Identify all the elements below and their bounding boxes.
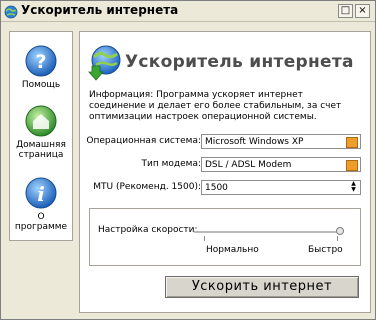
os-label: Операционная система: (86, 136, 201, 146)
speed-max-label: Быстро (308, 245, 343, 255)
sidebar-item-help[interactable]: ? Помощь (10, 44, 72, 90)
speed-slider[interactable] (194, 227, 344, 235)
page-title: Ускоритель интернета (125, 52, 354, 72)
window-title: Ускоритель интернета (21, 3, 179, 17)
slider-tick (337, 236, 338, 241)
mtu-spinner[interactable]: 1500 ▲ ▼ (201, 180, 361, 195)
close-button[interactable]: × (355, 4, 370, 18)
maximize-button[interactable]: □ (338, 4, 353, 18)
os-row: Операционная система: Microsoft Windows … (86, 134, 367, 150)
dropdown-icon[interactable] (346, 160, 358, 171)
title-bar: Ускоритель интернета □ × (1, 1, 375, 22)
app-window: Ускоритель интернета □ × ? Помощь Домашн… (0, 0, 376, 320)
help-icon: ? (10, 44, 72, 78)
spin-arrows-icon[interactable]: ▲ ▼ (349, 181, 358, 194)
slider-knob[interactable] (336, 227, 344, 235)
mtu-label: MTU (Рекоменд. 1500): (93, 182, 201, 192)
mtu-value: 1500 (205, 183, 228, 193)
sidebar-item-label: Домашняя страница (16, 140, 66, 160)
globe-icon (4, 4, 18, 19)
speed-min-label: Нормально (206, 245, 259, 255)
modem-row: Тип модема: DSL / ADSL Modem (89, 157, 367, 173)
accelerate-button[interactable]: Ускорить интернет (165, 276, 359, 298)
speed-label: Настройка скорости: (98, 225, 198, 235)
sidebar-item-about[interactable]: i О программе (10, 176, 72, 232)
mtu-row: MTU (Рекоменд. 1500): 1500 ▲ ▼ (89, 180, 367, 196)
dropdown-icon[interactable] (346, 137, 358, 148)
home-page-icon (10, 104, 72, 138)
globe-download-icon (88, 44, 124, 88)
sidebar-item-home-page[interactable]: Домашняя страница (10, 104, 72, 160)
sidebar-item-label: Помощь (21, 80, 61, 90)
main-panel: Ускоритель интернета Информация: Програм… (79, 31, 371, 313)
slider-tick (204, 236, 205, 241)
modem-value: DSL / ADSL Modem (205, 160, 292, 170)
modem-label: Тип модема: (141, 159, 201, 169)
info-icon: i (10, 176, 72, 210)
speed-settings-group: Настройка скорости: Нормально Быстро (89, 208, 361, 266)
modem-select[interactable]: DSL / ADSL Modem (201, 157, 361, 172)
svg-text:i: i (37, 182, 45, 206)
os-value: Microsoft Windows XP (205, 137, 304, 147)
svg-text:?: ? (35, 51, 46, 73)
sidebar: ? Помощь Домашняя страница i О программе (9, 31, 73, 241)
info-text: Информация: Программа ускоряет интернет … (89, 90, 342, 122)
os-select[interactable]: Microsoft Windows XP (201, 134, 361, 149)
sidebar-item-label: О программе (14, 212, 68, 232)
